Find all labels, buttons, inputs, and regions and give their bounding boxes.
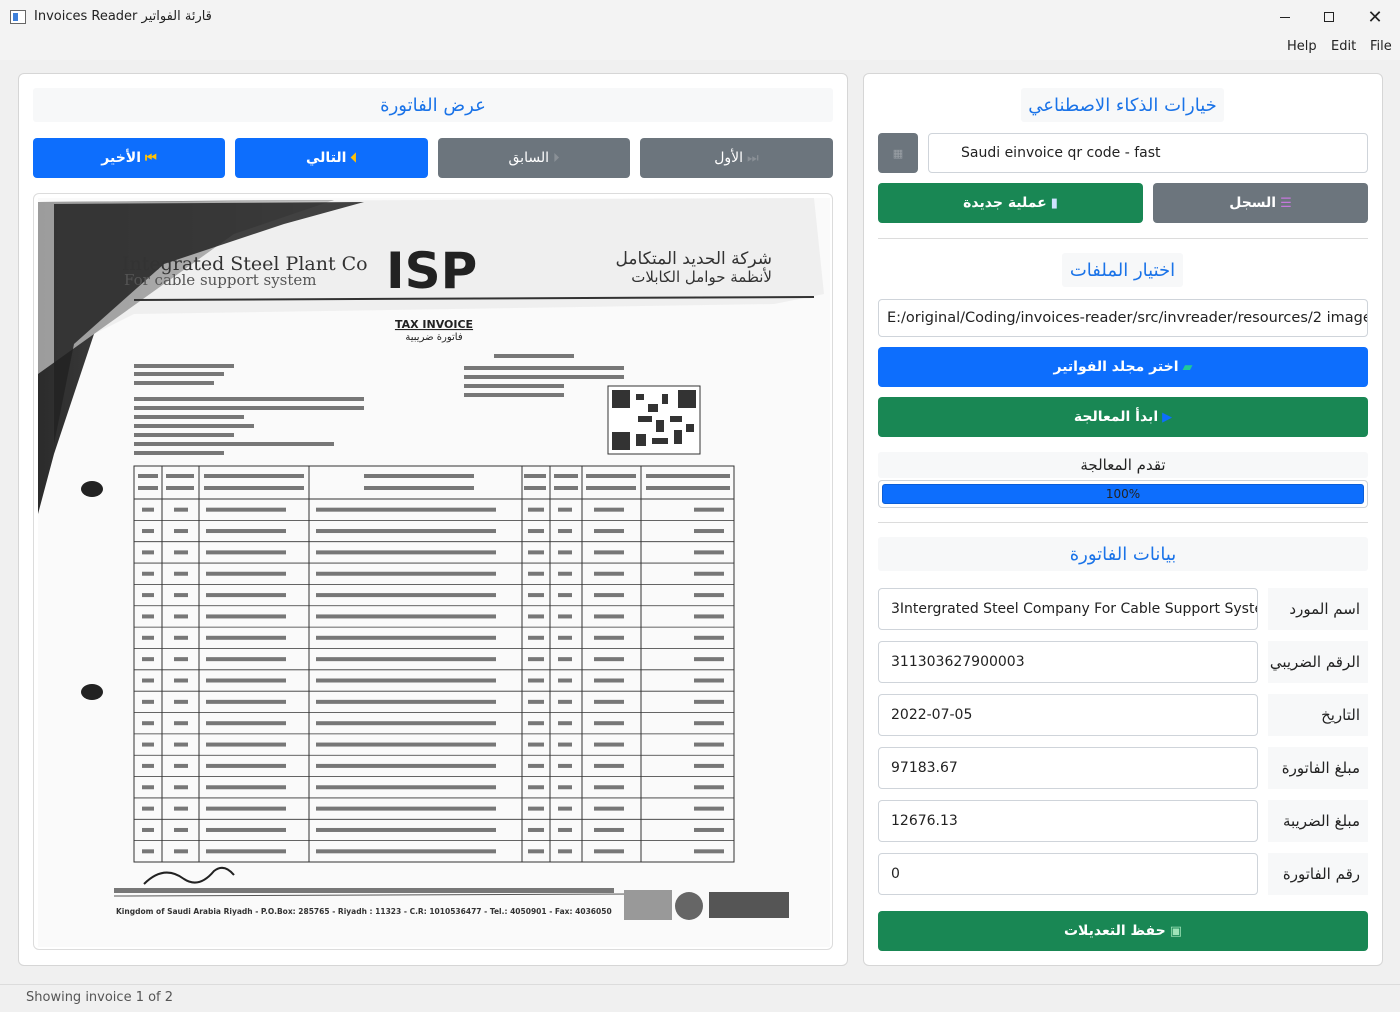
choose-folder-label: اختر مجلد الفواتير [1053,359,1179,375]
new-operation-label: عملية جديدة [963,195,1047,211]
viewer-title: عرض الفاتورة [33,88,833,122]
history-label: السجل [1229,195,1277,211]
divider [878,238,1368,239]
ai-model-select[interactable]: Saudi einvoice qr code - fast [928,133,1368,173]
start-processing-button[interactable]: ابدأ المعالجة ▶ [878,397,1368,437]
menu-file[interactable]: File [1370,39,1392,54]
invoice-field-value[interactable]: 3Intergrated Steel Company For Cable Sup… [878,588,1258,630]
status-bar: Showing invoice 1 of 2 [0,984,1400,1012]
model-menu-button[interactable]: ▦ [878,133,918,173]
step-next-icon: ⏴ [350,150,357,166]
progress-bar: 100% [878,480,1368,508]
app-icon [10,10,26,24]
invoice-field-value[interactable]: 97183.67 [878,747,1258,789]
invoice-scan-image: Integrated Steel Plant Co For cable supp… [38,198,830,947]
last-label: الأخير [101,150,142,166]
progress-text: 100% [1105,487,1141,501]
invoice-field-label: الرقم الضريبي [1268,641,1368,683]
scan-logo: ISP [386,242,477,300]
invoice-field-label: التاريخ [1268,694,1368,736]
save-icon: ▣ [1169,923,1183,939]
database-icon: ☰ [1280,195,1292,211]
play-icon: ▶ [1162,409,1173,425]
window-title: Invoices Reader قارئة الفواتير [34,9,212,24]
previous-label: السابق [508,150,549,166]
invoice-field-label: مبلغ الفاتورة [1268,747,1368,789]
invoice-field-value[interactable]: 2022-07-05 [878,694,1258,736]
skip-to-start-icon: ⏭ [747,150,759,166]
scan-footer: Kingdom of Saudi Arabia Riyadh - P.O.Box… [116,907,612,916]
divider [878,522,1368,523]
skip-to-end-icon: ⏮ [145,150,157,166]
minimize-icon [1280,16,1290,18]
scan-company-tagline: For cable support system [124,271,317,289]
maximize-button[interactable] [1306,0,1352,34]
scan-company-tagline-ar: لأنظمة حوامل الكابلات [631,267,772,286]
invoice-field-value[interactable]: 12676.13 [878,800,1258,842]
scan-doc-title: TAX INVOICE [395,318,473,331]
minimize-button[interactable] [1262,0,1308,34]
progress-bar-fill: 100% [882,484,1364,504]
progress-label: تقدم المعالجة [878,452,1368,478]
save-changes-button[interactable]: حفظ التعديلات ▣ [878,911,1368,951]
menu-bar: Help Edit File [0,34,1400,60]
invoice-data-title: بيانات الفاتورة [878,537,1368,571]
first-button[interactable]: الأول ⏭ [640,138,833,178]
close-icon: ✕ [1367,6,1383,28]
save-changes-label: حفظ التعديلات [1063,923,1166,939]
invoice-field-label: اسم المورد [1268,588,1368,630]
start-processing-label: ابدأ المعالجة [1073,409,1159,425]
next-button[interactable]: التالي ⏴ [235,138,428,178]
file-selection-title: اختيار الملفات [1062,253,1183,287]
invoice-field-value[interactable]: 0 [878,853,1258,895]
first-label: الأول [714,150,744,166]
invoice-field-label: مبلغ الضريبة [1268,800,1368,842]
scan-company-name-ar: شركة الحديد المتكامل [615,249,772,269]
folder-path-field[interactable]: E:/original/Coding/invoices-reader/src/i… [878,299,1368,337]
last-button[interactable]: الأخير ⏮ [33,138,225,178]
ai-options-title: خيارات الذكاء الاصطناعي [1021,88,1224,122]
next-label: التالي [306,150,347,166]
status-text: Showing invoice 1 of 2 [26,990,174,1005]
step-previous-icon: ⏵ [552,150,560,166]
previous-button[interactable]: السابق ⏵ [438,138,630,178]
close-button[interactable]: ✕ [1352,0,1398,34]
invoice-field-value[interactable]: 311303627900003 [878,641,1258,683]
menu-help[interactable]: Help [1287,39,1317,54]
maximize-icon [1324,12,1334,22]
scan-doc-title-ar: فاتورة ضريبية [405,332,462,343]
history-button[interactable]: السجل ☰ [1153,183,1368,223]
invoice-field-label: رقم الفاتورة [1268,853,1368,895]
invoice-image-viewer[interactable]: Integrated Steel Plant Co For cable supp… [33,193,833,950]
folder-open-icon: ▰ [1182,359,1193,375]
title-bar: Invoices Reader قارئة الفواتير ✕ [0,0,1400,34]
choose-folder-button[interactable]: اختر مجلد الفواتير ▰ [878,347,1368,387]
menu-edit[interactable]: Edit [1331,39,1356,54]
new-operation-button[interactable]: عملية جديدة ▮ [878,183,1143,223]
chip-icon: ▦ [892,146,904,160]
file-icon: ▮ [1050,195,1058,211]
